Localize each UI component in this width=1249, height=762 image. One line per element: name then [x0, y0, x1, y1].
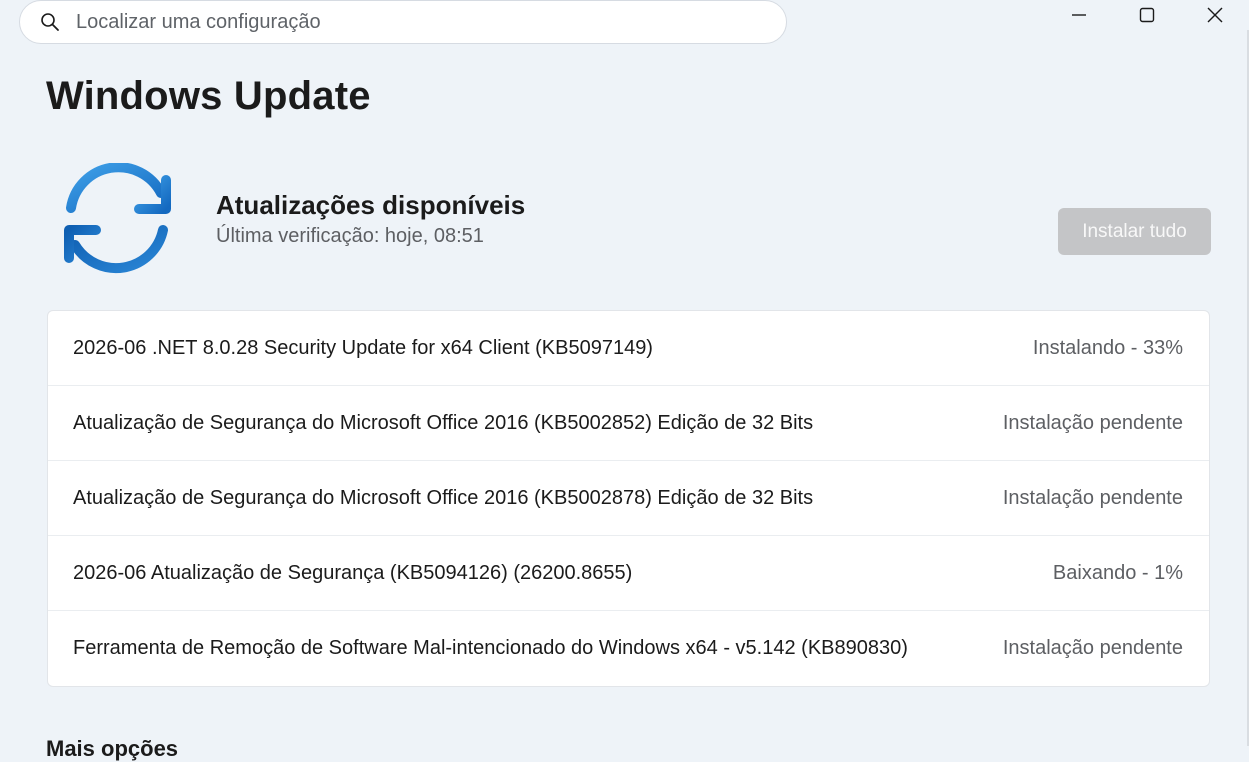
sync-icon	[59, 162, 177, 275]
search-box[interactable]	[19, 0, 787, 44]
close-button[interactable]	[1181, 0, 1249, 30]
window-controls	[1045, 0, 1249, 30]
update-name: Atualização de Segurança do Microsoft Of…	[73, 486, 814, 509]
update-name: Atualização de Segurança do Microsoft Of…	[73, 411, 814, 434]
install-all-button[interactable]: Instalar tudo	[1058, 208, 1211, 255]
update-row[interactable]: 2026-06 .NET 8.0.28 Security Update for …	[48, 311, 1209, 386]
update-status: Instalação pendente	[1002, 637, 1183, 659]
close-icon	[1207, 7, 1223, 23]
update-name: Ferramenta de Remoção de Software Mal-in…	[73, 637, 908, 659]
update-status: Baixando - 1%	[1052, 561, 1183, 584]
maximize-button[interactable]	[1113, 0, 1181, 30]
updates-list: 2026-06 .NET 8.0.28 Security Update for …	[47, 310, 1210, 687]
update-row[interactable]: Atualização de Segurança do Microsoft Of…	[48, 461, 1209, 536]
last-check-text: Última verificação: hoje, 08:51	[216, 225, 484, 247]
update-row[interactable]: Ferramenta de Remoção de Software Mal-in…	[48, 611, 1209, 686]
search-input[interactable]	[76, 10, 736, 34]
maximize-icon	[1139, 7, 1155, 23]
update-status: Instalação pendente	[1002, 486, 1183, 509]
update-status: Instalando - 33%	[1032, 336, 1183, 359]
search-icon	[36, 8, 64, 36]
status-title: Atualizações disponíveis	[216, 190, 526, 220]
more-options-heading: Mais opções	[46, 736, 179, 761]
page-title: Windows Update	[46, 74, 371, 118]
update-row[interactable]: Atualização de Segurança do Microsoft Of…	[48, 386, 1209, 461]
update-row[interactable]: 2026-06 Atualização de Segurança (KB5094…	[48, 536, 1209, 611]
update-name: 2026-06 .NET 8.0.28 Security Update for …	[73, 336, 653, 359]
update-status: Instalação pendente	[1002, 411, 1183, 434]
minimize-button[interactable]	[1045, 0, 1113, 30]
update-name: 2026-06 Atualização de Segurança (KB5094…	[73, 561, 633, 584]
minimize-icon	[1072, 14, 1086, 16]
